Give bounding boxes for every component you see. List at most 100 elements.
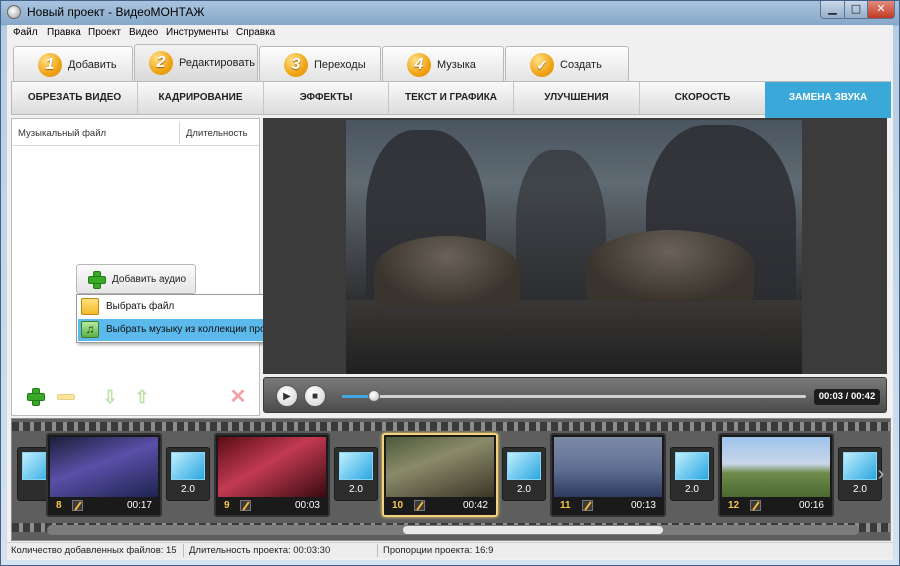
- clip-info-bar: 9 00:03: [218, 499, 326, 513]
- transition-duration: 2.0: [181, 484, 195, 495]
- add-audio-button[interactable]: Добавить аудио: [76, 264, 196, 294]
- delete-icon[interactable]: ✕: [229, 387, 247, 407]
- step-label: Создать: [560, 59, 602, 71]
- maximize-button[interactable]: □: [844, 1, 868, 19]
- pencil-icon[interactable]: [240, 500, 251, 511]
- step-number-badge: 3: [284, 53, 308, 77]
- plus-icon: [88, 271, 106, 289]
- minimize-button[interactable]: ▁: [820, 1, 845, 19]
- pencil-icon[interactable]: [750, 500, 761, 511]
- clip-duration: 00:42: [462, 500, 488, 511]
- step-number-badge: 1: [38, 53, 62, 77]
- step-music[interactable]: 4 Музыка: [382, 46, 504, 81]
- transition-tile[interactable]: 2.0: [670, 447, 714, 501]
- folder-icon: [81, 298, 99, 315]
- menu-help[interactable]: Справка: [236, 27, 275, 38]
- step-create[interactable]: ✓ Создать: [505, 46, 629, 81]
- timeline-clip[interactable]: 8 00:17: [46, 433, 162, 517]
- close-button[interactable]: ✕: [867, 1, 895, 19]
- turtle-right: [586, 230, 754, 302]
- step-edit[interactable]: 2 Редактировать: [134, 44, 258, 82]
- step-label: Редактировать: [179, 57, 255, 69]
- menu-tools[interactable]: Инструменты: [166, 27, 228, 38]
- clip-duration: 00:13: [630, 500, 656, 511]
- move-down-icon[interactable]: ⇩: [101, 388, 119, 406]
- step-number-badge: 2: [149, 51, 173, 75]
- transition-duration: 2.0: [685, 484, 699, 495]
- transition-tile[interactable]: 2.0: [502, 447, 546, 501]
- status-divider: [183, 544, 184, 557]
- tab-effects[interactable]: ЭФФЕКТЫ: [264, 82, 389, 114]
- transition-tile[interactable]: 2.0: [334, 447, 378, 501]
- clip-number: 11: [560, 500, 571, 511]
- status-aspect-ratio: Пропорции проекта: 16:9: [383, 545, 494, 556]
- remove-track-icon[interactable]: [57, 394, 75, 400]
- transition-tile[interactable]: 2.0: [166, 447, 210, 501]
- clip-duration: 00:03: [294, 500, 320, 511]
- timeline: ‹ 8 00:17 2.0 9: [11, 418, 891, 541]
- timeline-scrollbar[interactable]: [47, 525, 859, 535]
- tab-text-graphics[interactable]: ТЕКСТ И ГРАФИКА: [389, 82, 514, 114]
- column-divider: [179, 122, 180, 144]
- menu-file[interactable]: Файл: [13, 27, 38, 38]
- clip-number: 9: [224, 500, 230, 511]
- column-duration[interactable]: Длительность: [186, 128, 248, 139]
- tab-replace-sound[interactable]: ЗАМЕНА ЗВУКА: [765, 82, 891, 118]
- transition-duration: 2.0: [349, 484, 363, 495]
- app-window: Новый проект - ВидеоМОНТАЖ ▁ □ ✕ Файл Пр…: [0, 0, 900, 566]
- timeline-clip[interactable]: 11 00:13: [550, 433, 666, 517]
- step-add[interactable]: 1 Добавить: [13, 46, 133, 81]
- tab-trim-video[interactable]: ОБРЕЗАТЬ ВИДЕО: [12, 82, 138, 114]
- pencil-icon[interactable]: [582, 500, 593, 511]
- menu-bar: Файл Правка Проект Видео Инструменты Спр…: [7, 25, 893, 42]
- step-transitions[interactable]: 3 Переходы: [259, 46, 381, 81]
- status-bar: Количество добавленных файлов: 15 Длител…: [7, 542, 893, 558]
- ground: [346, 300, 802, 374]
- move-up-icon[interactable]: ⇧: [133, 388, 151, 406]
- timeline-clip-selected[interactable]: 10 00:42: [382, 433, 498, 517]
- menu-item-label: Выбрать файл: [106, 301, 175, 312]
- transition-icon: [339, 452, 373, 480]
- edit-subtabs: ОБРЕЗАТЬ ВИДЕО КАДРИРОВАНИЕ ЭФФЕКТЫ ТЕКС…: [11, 81, 891, 118]
- tab-enhancements[interactable]: УЛУЧШЕНИЯ: [514, 82, 640, 114]
- status-project-duration: Длительность проекта: 00:03:30: [189, 545, 331, 556]
- clip-duration: 00:16: [798, 500, 824, 511]
- checkmark-icon: ✓: [530, 53, 554, 77]
- play-button[interactable]: ▶: [276, 385, 298, 407]
- transition-duration: 2.0: [517, 484, 531, 495]
- time-display: 00:03 / 00:42: [814, 389, 880, 405]
- step-number-badge: 4: [407, 53, 431, 77]
- transition-icon: [675, 452, 709, 480]
- clip-thumbnail: [218, 437, 326, 497]
- stop-button[interactable]: ■: [304, 385, 326, 407]
- scrollbar-thumb[interactable]: [403, 526, 663, 534]
- clip-thumbnail: [386, 437, 494, 497]
- list-header: Музыкальный файл Длительность: [12, 119, 259, 146]
- timeline-clip[interactable]: 9 00:03: [214, 433, 330, 517]
- tab-crop[interactable]: КАДРИРОВАНИЕ: [138, 82, 264, 114]
- tab-speed[interactable]: СКОРОСТЬ: [640, 82, 765, 114]
- clip-info-bar: 12 00:16: [722, 499, 830, 513]
- seek-handle[interactable]: [368, 390, 381, 402]
- column-music-file[interactable]: Музыкальный файл: [18, 128, 106, 139]
- transition-icon: [171, 452, 205, 480]
- timeline-clip[interactable]: 12 00:16: [718, 433, 834, 517]
- clip-info-bar: 11 00:13: [554, 499, 662, 513]
- clip-thumbnail: [554, 437, 662, 497]
- menu-edit[interactable]: Правка: [47, 27, 81, 38]
- pencil-icon[interactable]: [414, 500, 425, 511]
- player-controls: ▶ ■ 00:03 / 00:42: [263, 377, 887, 413]
- scroll-right-icon[interactable]: ›: [872, 459, 890, 489]
- pencil-icon[interactable]: [72, 500, 83, 511]
- clip-number: 10: [392, 500, 404, 511]
- clip-duration: 00:17: [126, 500, 152, 511]
- title-bar: Новый проект - ВидеоМОНТАЖ ▁ □ ✕: [1, 1, 899, 23]
- transition-icon: [507, 452, 541, 480]
- turtle-left: [374, 236, 520, 306]
- seek-bar[interactable]: [342, 395, 806, 398]
- main-area: 1 Добавить 2 Редактировать 3 Переходы 4 …: [7, 42, 893, 560]
- menu-project[interactable]: Проект: [88, 27, 121, 38]
- menu-video[interactable]: Видео: [129, 27, 158, 38]
- music-note-icon: ♫: [81, 321, 99, 338]
- add-track-icon[interactable]: [27, 388, 45, 406]
